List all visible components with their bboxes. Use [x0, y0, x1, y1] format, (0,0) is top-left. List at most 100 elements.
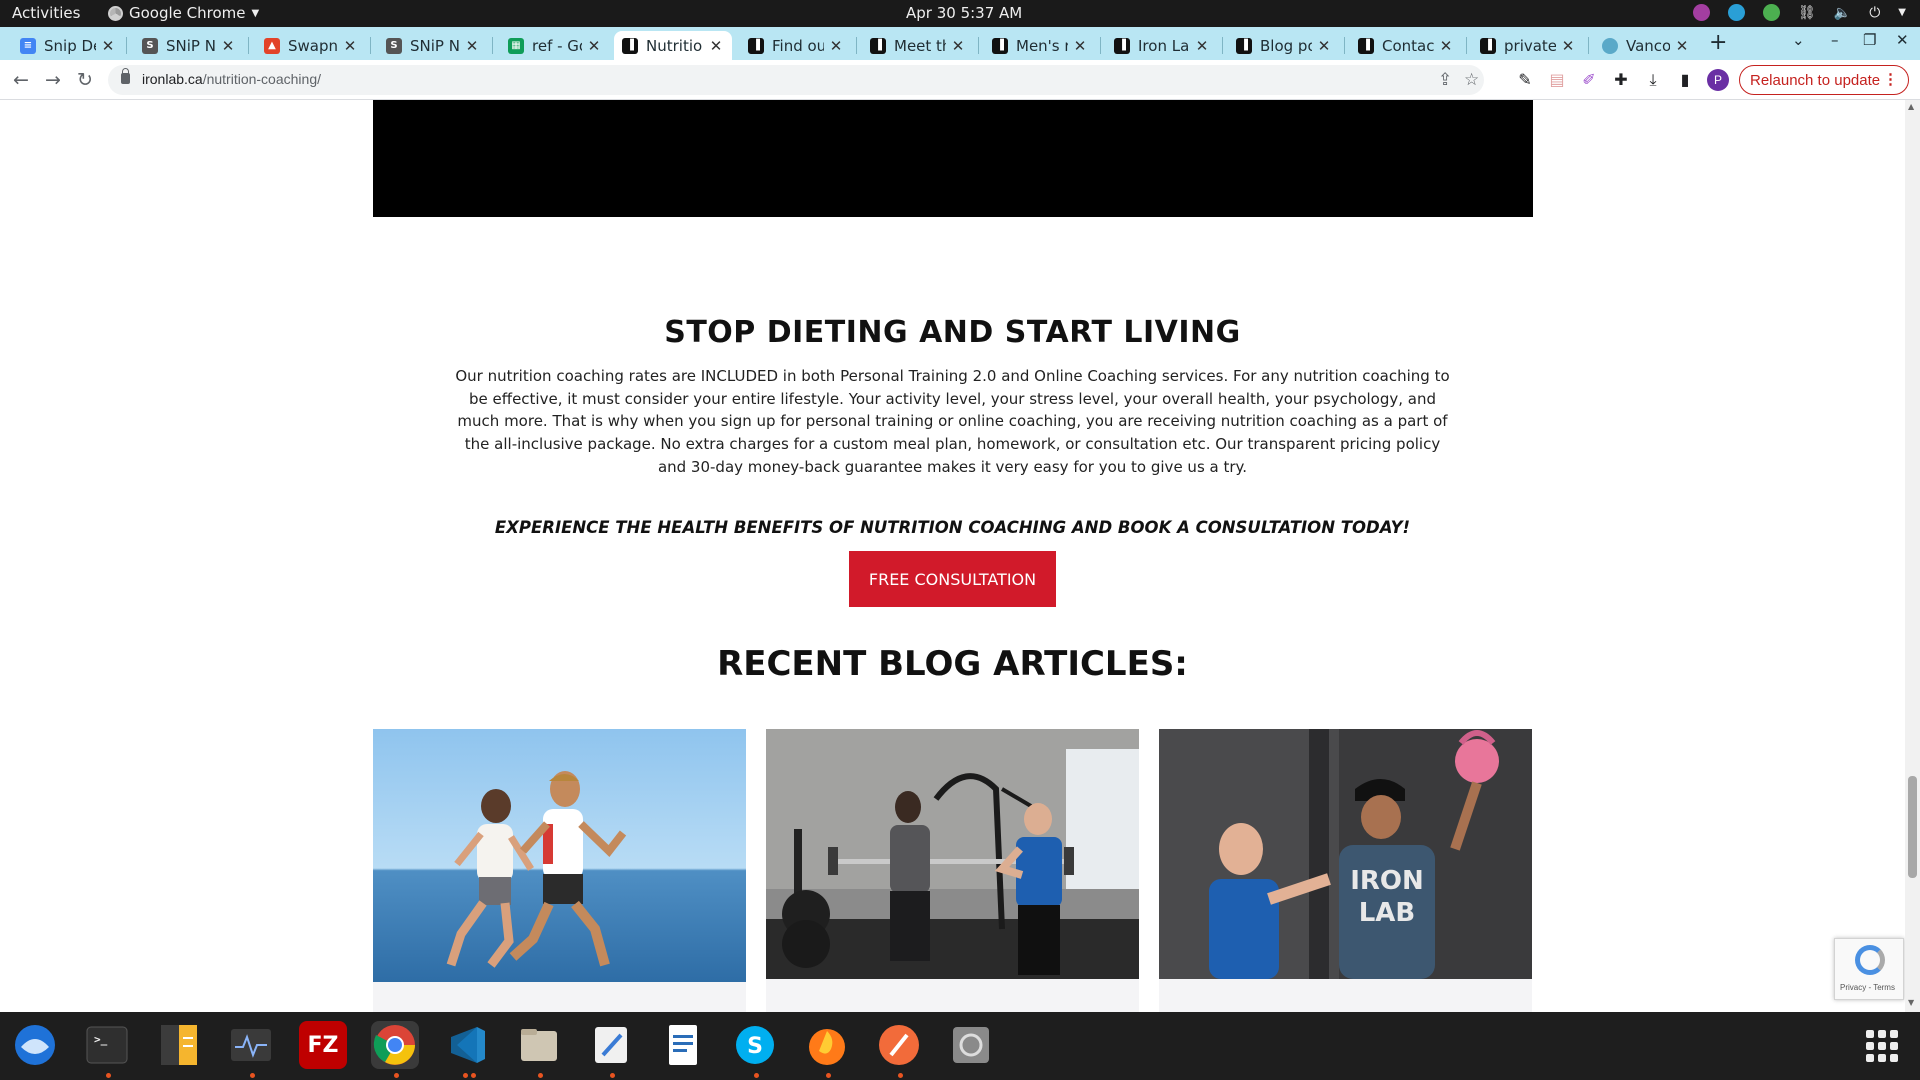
close-icon[interactable]: ✕	[586, 37, 602, 55]
close-icon[interactable]: ✕	[708, 37, 724, 55]
notes-icon[interactable]	[155, 1021, 203, 1069]
show-apps-icon[interactable]	[1866, 1030, 1898, 1062]
filezilla-icon[interactable]: FZ	[299, 1021, 347, 1069]
blog-card[interactable]	[766, 729, 1139, 1012]
tab-separator	[1344, 37, 1345, 54]
terminal-icon[interactable]: >_	[83, 1021, 131, 1069]
back-icon[interactable]: ←	[7, 66, 35, 94]
tab[interactable]: ▐ Find out ✕	[740, 31, 852, 60]
extensions-icon[interactable]: ✚	[1612, 71, 1630, 89]
blog-card-image-barbell[interactable]	[766, 729, 1139, 979]
colorpicker-tray-icon[interactable]	[1693, 4, 1710, 21]
tab[interactable]: ▐ Men's re ✕	[984, 31, 1096, 60]
tab[interactable]: ▐ private ✕	[1472, 31, 1584, 60]
address-bar[interactable]: ironlab.ca/nutrition-coaching/ ⇪ ☆	[108, 65, 1484, 95]
tab-active[interactable]: ▐ Nutritio ✕	[614, 31, 732, 60]
sync-tray-icon[interactable]	[1728, 4, 1745, 21]
side-panel-icon[interactable]: ▮	[1676, 71, 1694, 89]
close-icon[interactable]: ✕	[100, 37, 116, 55]
close-icon[interactable]: ✕	[1674, 37, 1690, 55]
activities-button[interactable]: Activities	[12, 4, 80, 22]
tab[interactable]: ▐ Meet th ✕	[862, 31, 974, 60]
pen-tool-icon[interactable]	[875, 1021, 923, 1069]
kebab-menu-icon[interactable]: ⋮	[1883, 70, 1898, 88]
blog-card[interactable]: IRON LAB	[1159, 729, 1532, 1012]
star-icon[interactable]: ☆	[1464, 70, 1479, 90]
system-monitor-icon[interactable]	[227, 1021, 275, 1069]
close-icon[interactable]: ✕	[1438, 37, 1454, 55]
ext-calendar-icon[interactable]: ▤	[1548, 71, 1566, 89]
tab[interactable]: S SNiP Nu ✕	[134, 31, 244, 60]
skype-icon[interactable]: S	[731, 1021, 779, 1069]
clock[interactable]: Apr 30 5:37 AM	[906, 4, 1022, 22]
firefox-icon[interactable]	[803, 1021, 851, 1069]
svg-text:>_: >_	[94, 1033, 108, 1046]
tab[interactable]: ▐ Blog po ✕	[1228, 31, 1340, 60]
app-menu[interactable]: Google Chrome ▼	[108, 4, 259, 22]
tab[interactable]: ▲ Swapnil ✕	[256, 31, 366, 60]
blog-heading: RECENT BLOG ARTICLES:	[717, 644, 1188, 684]
system-top-bar: Activities Google Chrome ▼ Apr 30 5:37 A…	[0, 0, 1920, 27]
scrollbar-thumb[interactable]	[1908, 776, 1917, 878]
vscode-icon[interactable]	[443, 1021, 491, 1069]
share-icon[interactable]: ⇪	[1438, 70, 1452, 90]
close-icon[interactable]: ✕	[1316, 37, 1332, 55]
page-scrollbar[interactable]: ▲ ▼	[1905, 100, 1920, 1012]
lock-icon[interactable]	[121, 68, 130, 84]
url-text[interactable]: ironlab.ca/nutrition-coaching/	[142, 71, 321, 87]
scroll-down-arrow-icon[interactable]: ▼	[1908, 998, 1914, 1007]
recaptcha-terms[interactable]: Privacy - Terms	[1840, 983, 1895, 992]
close-window-icon[interactable]: ✕	[1896, 31, 1909, 49]
chevron-down-icon[interactable]: ▼	[1898, 7, 1906, 18]
close-icon[interactable]: ✕	[220, 37, 236, 55]
text-editor-icon[interactable]	[587, 1021, 635, 1069]
network-icon[interactable]: ⛓	[1798, 5, 1816, 21]
tab[interactable]: S SNiP Nu ✕	[378, 31, 488, 60]
recaptcha-badge[interactable]: Privacy - Terms	[1834, 938, 1904, 1000]
tab[interactable]: ▐ Iron Lab ✕	[1106, 31, 1218, 60]
close-icon[interactable]: ✕	[1072, 37, 1088, 55]
check-tray-icon[interactable]	[1763, 4, 1780, 21]
ironlab-icon: ▐	[748, 37, 764, 54]
profile-avatar[interactable]: P	[1707, 69, 1729, 91]
files-icon[interactable]	[515, 1021, 563, 1069]
tab-title: Men's re	[1016, 36, 1068, 55]
restore-icon[interactable]: ❐	[1863, 31, 1876, 49]
close-icon[interactable]: ✕	[1560, 37, 1576, 55]
free-consultation-button[interactable]: FREE CONSULTATION	[849, 551, 1056, 607]
writer-icon[interactable]	[659, 1021, 707, 1069]
new-tab-button[interactable]: +	[1709, 30, 1727, 55]
tab[interactable]: ▐ Contact ✕	[1350, 31, 1462, 60]
download-icon[interactable]: ⤓	[1644, 71, 1662, 89]
blog-card[interactable]	[373, 729, 746, 1012]
close-icon[interactable]: ✕	[1194, 37, 1210, 55]
close-icon[interactable]: ✕	[342, 37, 358, 55]
forward-icon[interactable]: →	[39, 66, 67, 94]
blog-card-image-kettlebell[interactable]: IRON LAB	[1159, 729, 1532, 979]
close-icon[interactable]: ✕	[828, 37, 844, 55]
system-tray[interactable]: ⛓ 🔈 ⏻ ▼	[1693, 4, 1906, 21]
tab[interactable]: Vancou ✕	[1594, 31, 1698, 60]
power-icon[interactable]: ⏻	[1869, 5, 1880, 21]
video-embed[interactable]	[373, 100, 1533, 217]
volume-icon[interactable]: 🔈	[1834, 5, 1851, 21]
tab-search-icon[interactable]: ⌄	[1792, 31, 1805, 49]
relaunch-button[interactable]: Relaunch to update ⋮	[1739, 65, 1909, 95]
chrome-icon[interactable]	[371, 1021, 419, 1069]
reload-icon[interactable]: ↻	[71, 66, 99, 94]
ext-pen-icon[interactable]: ✐	[1580, 71, 1598, 89]
close-icon[interactable]: ✕	[464, 37, 480, 55]
eyedropper-icon[interactable]: ✎	[1516, 71, 1534, 89]
sheets-icon: ▦	[508, 37, 524, 54]
tab-title: Iron Lab	[1138, 36, 1190, 55]
scroll-up-arrow-icon[interactable]: ▲	[1908, 102, 1914, 111]
tab-separator	[1222, 37, 1223, 54]
close-icon[interactable]: ✕	[950, 37, 966, 55]
globe-icon	[1602, 37, 1618, 54]
thunderbird-icon[interactable]	[11, 1021, 59, 1069]
blog-card-image-runners[interactable]	[373, 729, 746, 982]
disk-icon[interactable]	[947, 1021, 995, 1069]
tab[interactable]: ▦ ref - Goo ✕	[500, 31, 610, 60]
tab[interactable]: ≡ Snip Det ✕	[12, 31, 124, 60]
minimize-icon[interactable]: –	[1831, 31, 1839, 49]
